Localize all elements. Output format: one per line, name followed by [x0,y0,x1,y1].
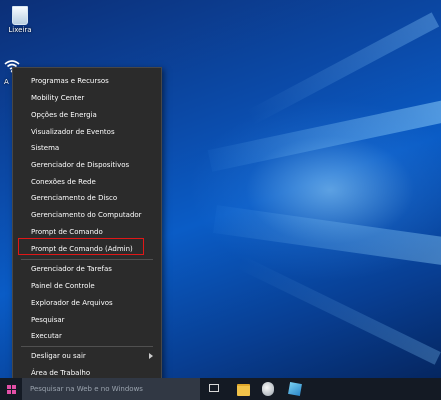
wallpaper-beam [236,255,441,365]
app-icon[interactable] [288,382,302,396]
menu-item-run[interactable]: Executar [13,328,161,344]
menu-item-device-manager[interactable]: Gerenciador de Dispositivos [13,157,161,173]
file-explorer-icon[interactable] [237,384,250,396]
menu-item-search[interactable]: Pesquisar [13,312,161,328]
menu-item-shutdown-signout[interactable]: Desligar ou sair [13,348,161,364]
menu-item-command-prompt-admin[interactable]: Prompt de Comando (Admin) [13,241,161,257]
menu-item-system[interactable]: Sistema [13,140,161,156]
menu-item-network-connections[interactable]: Conexões de Rede [13,174,161,190]
menu-item-task-manager[interactable]: Gerenciador de Tarefas [13,261,161,277]
taskbar-search-box[interactable]: Pesquisar na Web e no Windows [22,378,200,400]
start-button[interactable] [0,378,22,400]
menu-item-computer-management[interactable]: Gerenciamento do Computador [13,207,161,223]
desktop-icon-recycle-bin[interactable]: Lixeira [4,4,36,34]
taskbar: Pesquisar na Web e no Windows [0,378,441,400]
menu-item-mobility-center[interactable]: Mobility Center [13,90,161,106]
recycle-bin-icon[interactable] [262,382,274,396]
winx-context-menu: Programas e Recursos Mobility Center Opç… [12,67,162,385]
task-view-icon[interactable] [209,384,219,392]
recycle-bin-icon [12,6,28,25]
menu-item-power-options[interactable]: Opções de Energia [13,107,161,123]
wallpaper-beam [207,96,441,172]
menu-item-label: Desligar ou sair [31,352,86,360]
menu-item-event-viewer[interactable]: Visualizador de Eventos [13,124,161,140]
menu-item-file-explorer[interactable]: Explorador de Arquivos [13,295,161,311]
chevron-right-icon [149,353,153,359]
menu-item-programs-features[interactable]: Programas e Recursos [13,73,161,89]
menu-separator [21,346,153,347]
menu-item-control-panel[interactable]: Painel de Controle [13,278,161,294]
windows-logo-icon [7,385,16,394]
desktop-icon-label: Lixeira [8,26,32,34]
menu-separator [21,259,153,260]
menu-item-disk-management[interactable]: Gerenciamento de Disco [13,190,161,206]
